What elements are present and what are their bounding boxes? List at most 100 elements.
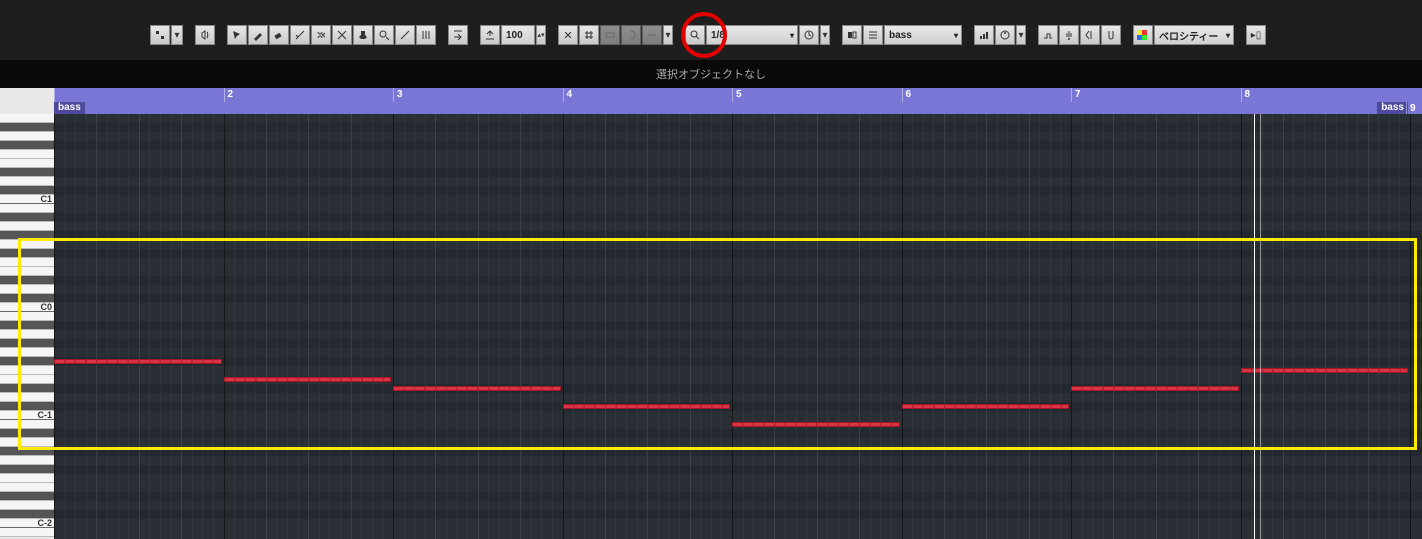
mute-tool[interactable] <box>332 25 352 45</box>
erase-tool[interactable] <box>269 25 289 45</box>
insert-velocity-field[interactable]: 100 <box>501 25 535 45</box>
piano-key-white[interactable] <box>0 285 54 294</box>
piano-key-black[interactable] <box>0 123 54 132</box>
piano-key-white[interactable] <box>0 222 54 231</box>
piano-key-white[interactable] <box>0 258 54 267</box>
part-tab-right[interactable]: bass <box>1377 102 1408 114</box>
playhead[interactable] <box>1254 114 1255 539</box>
event-colors-button[interactable] <box>1133 25 1153 45</box>
piano-key-black[interactable] <box>0 465 54 474</box>
color-menu-button[interactable] <box>995 25 1015 45</box>
step-input-button[interactable] <box>1038 25 1058 45</box>
piano-key-white[interactable] <box>0 474 54 483</box>
snap-type-relative[interactable] <box>600 25 620 45</box>
quantize-dropdown[interactable]: ▾ <box>820 25 830 45</box>
piano-key-black[interactable] <box>0 447 54 456</box>
piano-key-white[interactable] <box>0 177 54 186</box>
snap-dropdown[interactable]: ▾ <box>663 25 673 45</box>
piano-keyboard[interactable]: C1 C0 C-1 C-2 <box>0 114 54 539</box>
piano-key-white[interactable]: C-2 <box>0 519 54 528</box>
trim-tool[interactable] <box>290 25 310 45</box>
piano-key-white[interactable] <box>0 393 54 402</box>
note-grid[interactable] <box>54 114 1422 539</box>
line-tool[interactable] <box>395 25 415 45</box>
timewarp-tool[interactable] <box>416 25 436 45</box>
controller-lane-select[interactable]: ベロシティー <box>1154 25 1234 45</box>
acoustic-feedback-button[interactable] <box>195 25 215 45</box>
octave-label: C-1 <box>37 410 52 420</box>
midi-note[interactable] <box>54 359 222 364</box>
auto-scroll-button[interactable] <box>448 25 468 45</box>
snap-type-grid[interactable] <box>579 25 599 45</box>
piano-key-white[interactable] <box>0 375 54 384</box>
indicate-transpose-button[interactable] <box>974 25 994 45</box>
piano-key-white[interactable] <box>0 267 54 276</box>
piano-key-white[interactable] <box>0 366 54 375</box>
bar-marker: 6 <box>902 88 912 102</box>
piano-key-white[interactable] <box>0 456 54 465</box>
piano-key-white[interactable] <box>0 114 54 123</box>
solo-dropdown[interactable]: ▾ <box>171 25 183 45</box>
piano-key-black[interactable] <box>0 321 54 330</box>
piano-key-white[interactable]: C-1 <box>0 411 54 420</box>
piano-key-white[interactable] <box>0 348 54 357</box>
insert-velocity-button[interactable] <box>480 25 500 45</box>
piano-key-black[interactable] <box>0 384 54 393</box>
midi-note[interactable] <box>732 422 900 427</box>
snap-button[interactable] <box>558 25 578 45</box>
part-tab-left[interactable]: bass <box>54 102 85 114</box>
piano-key-black[interactable] <box>0 168 54 177</box>
active-part-select[interactable]: bass <box>884 25 962 45</box>
piano-key-white[interactable]: C0 <box>0 303 54 312</box>
solo-editor-button[interactable] <box>150 25 170 45</box>
piano-key-black[interactable] <box>0 357 54 366</box>
timeline-ruler[interactable]: 2345678 <box>54 88 1422 102</box>
piano-key-white[interactable] <box>0 204 54 213</box>
part-list-button[interactable] <box>863 25 883 45</box>
piano-key-black[interactable] <box>0 213 54 222</box>
piano-key-white[interactable]: C1 <box>0 195 54 204</box>
iterative-quantize-button[interactable] <box>799 25 819 45</box>
zoom-tool[interactable] <box>374 25 394 45</box>
piano-key-black[interactable] <box>0 276 54 285</box>
quantize-preset-select[interactable]: 1/8 <box>706 25 798 45</box>
piano-key-black[interactable] <box>0 492 54 501</box>
midi-note[interactable] <box>1071 386 1239 391</box>
edit-in-place-button[interactable]: ▸▯ <box>1246 25 1266 45</box>
piano-key-white[interactable] <box>0 312 54 321</box>
pointer-tool[interactable] <box>227 25 247 45</box>
color-dropdown[interactable]: ▾ <box>1016 25 1026 45</box>
piano-key-black[interactable] <box>0 141 54 150</box>
midi-note[interactable] <box>902 404 1070 409</box>
piano-key-white[interactable] <box>0 240 54 249</box>
midi-input-button[interactable] <box>1059 25 1079 45</box>
snap-type-events[interactable] <box>621 25 641 45</box>
piano-key-black[interactable] <box>0 429 54 438</box>
glue-tool[interactable] <box>353 25 373 45</box>
piano-key-white[interactable] <box>0 501 54 510</box>
snap-type-shuffle[interactable] <box>642 25 662 45</box>
piano-key-white[interactable] <box>0 150 54 159</box>
piano-key-white[interactable] <box>0 528 54 537</box>
draw-tool[interactable] <box>248 25 268 45</box>
selection-status: 選択オブジェクトなし <box>656 66 766 82</box>
piano-key-black[interactable] <box>0 339 54 348</box>
midi-note[interactable] <box>1241 368 1409 373</box>
move-insert-mode[interactable] <box>1080 25 1100 45</box>
midi-note[interactable] <box>224 377 392 382</box>
piano-key-white[interactable] <box>0 420 54 429</box>
record-pitch-button[interactable] <box>1101 25 1121 45</box>
velocity-spinner[interactable]: ▴▾ <box>536 25 546 45</box>
part-edit-mode-button[interactable] <box>842 25 862 45</box>
midi-note[interactable] <box>563 404 731 409</box>
piano-key-white[interactable] <box>0 132 54 141</box>
piano-key-white[interactable] <box>0 330 54 339</box>
piano-key-black[interactable] <box>0 231 54 240</box>
piano-key-black[interactable] <box>0 249 54 258</box>
piano-key-white[interactable] <box>0 438 54 447</box>
split-tool[interactable] <box>311 25 331 45</box>
piano-key-white[interactable] <box>0 483 54 492</box>
midi-note[interactable] <box>393 386 561 391</box>
quantize-apply-button[interactable] <box>685 25 705 45</box>
piano-key-white[interactable] <box>0 159 54 168</box>
